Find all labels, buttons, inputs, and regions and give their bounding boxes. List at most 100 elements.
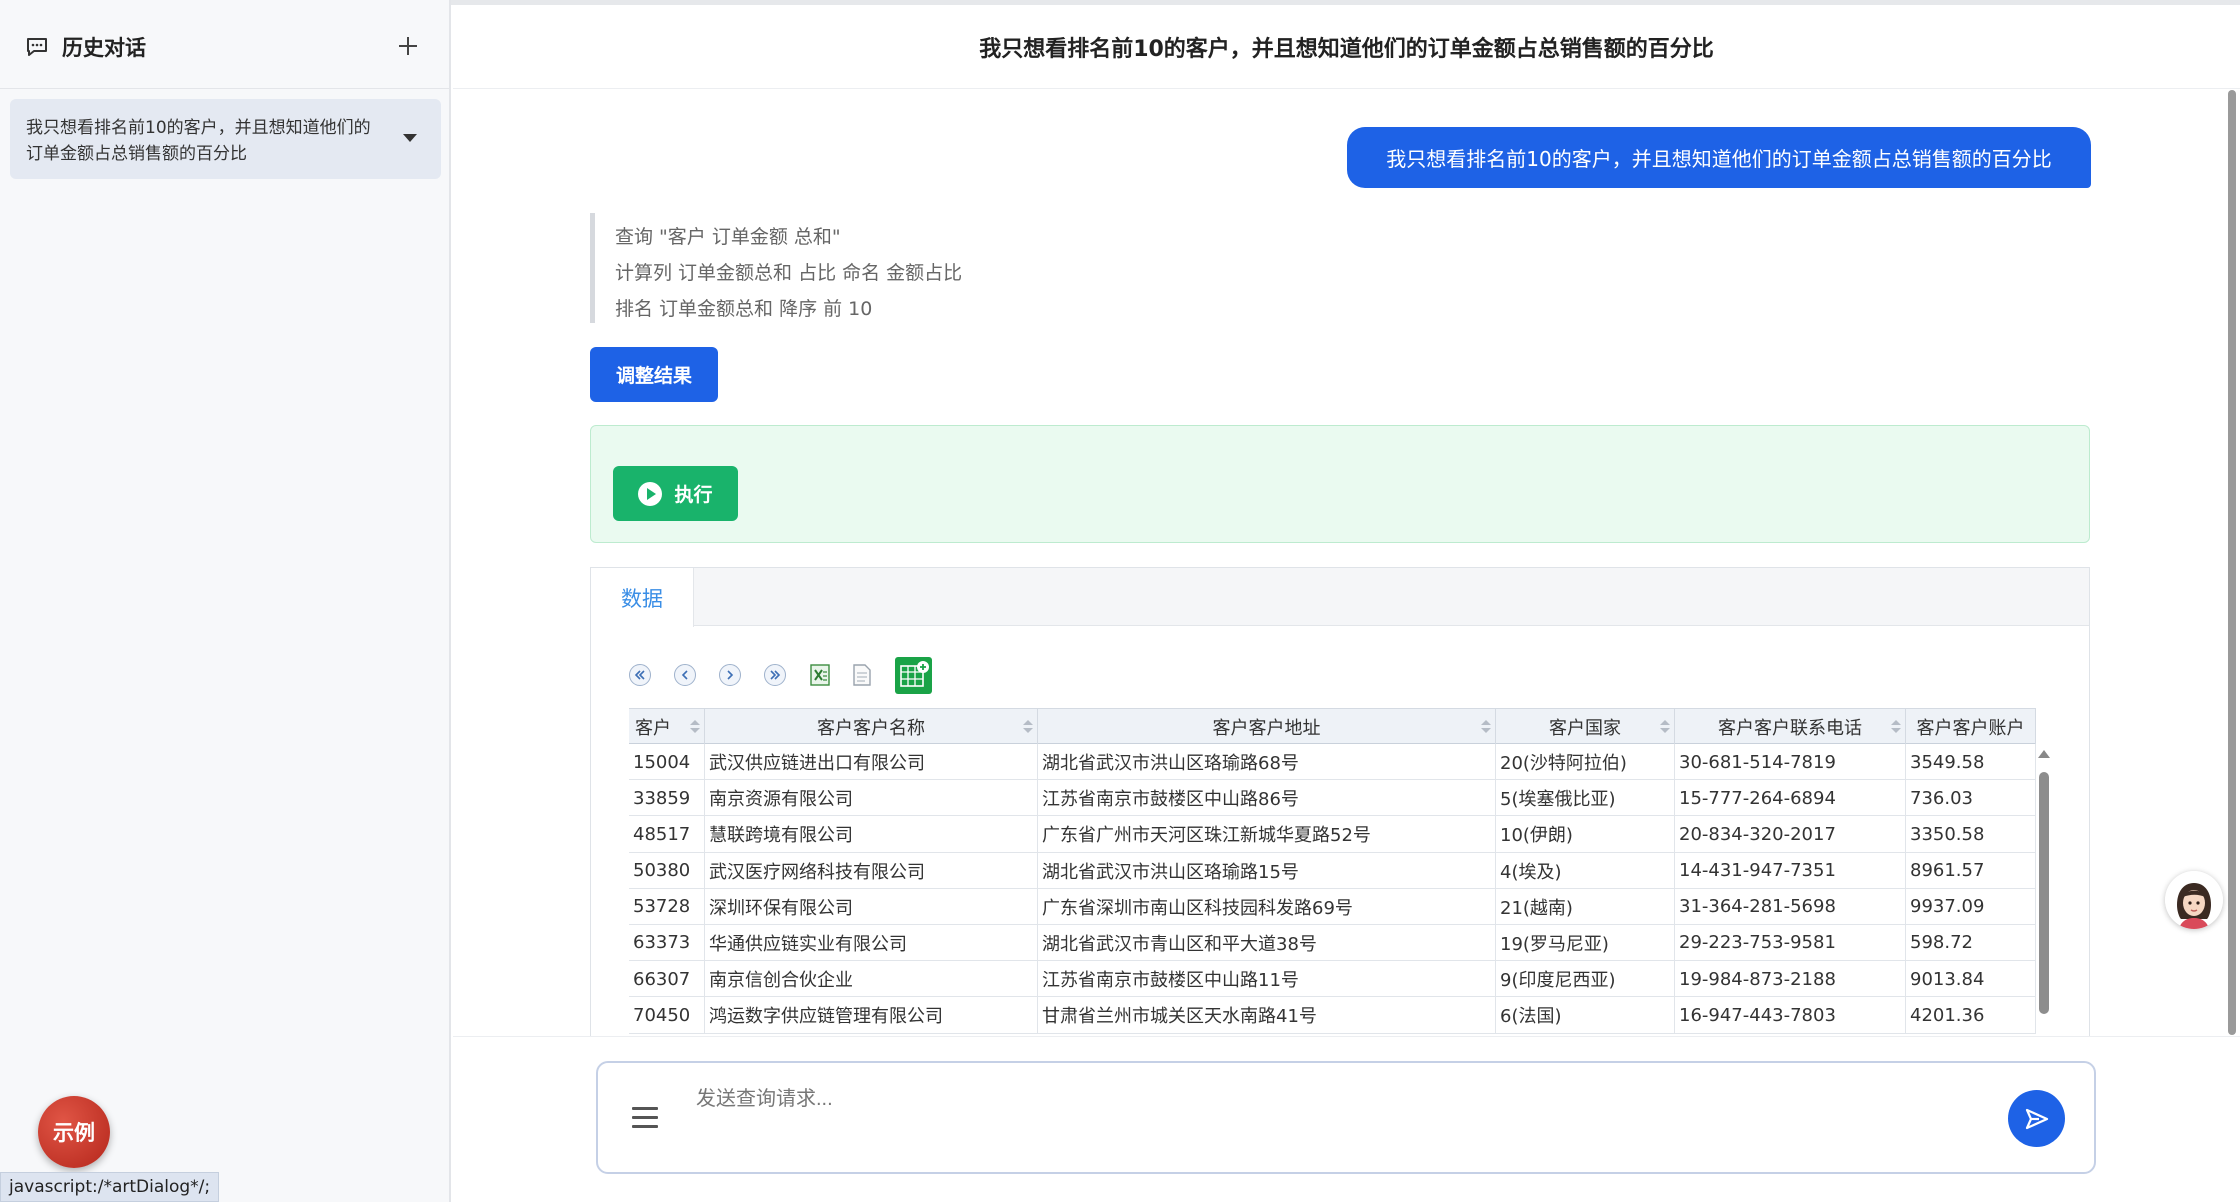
table-cell: 慧联跨境有限公司	[705, 816, 1038, 853]
table-row[interactable]: 33859 南京资源有限公司 江苏省南京市鼓楼区中山路86号 5(埃塞俄比亚) …	[629, 780, 2036, 817]
sort-icon[interactable]	[1660, 720, 1670, 734]
menu-icon[interactable]	[632, 1107, 658, 1129]
tab-bar: 数据	[591, 568, 2089, 627]
tab-data[interactable]: 数据	[591, 568, 694, 627]
table-cell: 16-947-443-7803	[1675, 997, 1906, 1034]
column-header[interactable]: 客户国家	[1496, 709, 1675, 745]
status-bar-url: javascript:/*artDialog*/;	[0, 1172, 220, 1202]
table-cell: 15-777-264-6894	[1675, 780, 1906, 817]
text-export-icon[interactable]	[852, 663, 872, 687]
page-scroll-thumb[interactable]	[2228, 90, 2236, 1035]
last-page-icon[interactable]	[764, 664, 786, 686]
play-icon	[638, 481, 663, 506]
execute-label: 执行	[674, 484, 713, 506]
conversation-header: 我只想看排名前10的客户，并且想知道他们的订单金额占总销售额的百分比	[453, 5, 2240, 89]
grid-scroll-thumb[interactable]	[2039, 772, 2049, 1014]
table-cell: 66307	[629, 961, 705, 998]
adjust-result-button[interactable]: 调整结果	[590, 347, 718, 402]
column-header[interactable]: 客户客户账户	[1906, 709, 2036, 745]
table-cell: 南京信创合伙企业	[705, 961, 1038, 998]
table-cell: 华通供应链实业有限公司	[705, 924, 1038, 961]
table-cell: 30-681-514-7819	[1675, 744, 1906, 780]
user-message-bubble: 我只想看排名前10的客户，并且想知道他们的订单金额占总销售额的百分比	[1347, 127, 2091, 188]
sort-icon[interactable]	[1891, 720, 1901, 734]
table-cell: 736.03	[1906, 780, 2036, 817]
column-header[interactable]: 客户客户联系电话	[1675, 709, 1906, 745]
sidebar-header: 历史对话	[0, 5, 449, 89]
prev-page-icon[interactable]	[674, 664, 696, 686]
table-cell: 5(埃塞俄比亚)	[1496, 780, 1675, 817]
add-table-icon[interactable]	[895, 656, 932, 694]
table-cell: 湖北省武汉市洪山区珞瑜路15号	[1038, 852, 1496, 889]
table-cell: 9(印度尼西亚)	[1496, 961, 1675, 998]
table-row[interactable]: 70450 鸿运数字供应链管理有限公司 甘肃省兰州市城关区天水南路41号 6(法…	[629, 997, 2036, 1034]
next-page-icon[interactable]	[719, 664, 741, 686]
table-row[interactable]: 66307 南京信创合伙企业 江苏省南京市鼓楼区中山路11号 9(印度尼西亚) …	[629, 961, 2036, 998]
table-cell: 武汉供应链进出口有限公司	[705, 744, 1038, 780]
table-cell: 湖北省武汉市青山区和平大道38号	[1038, 924, 1496, 961]
grid-body: 15004 武汉供应链进出口有限公司 湖北省武汉市洪山区珞瑜路68号 20(沙特…	[629, 744, 2036, 1034]
column-header[interactable]: 客户客户地址	[1038, 709, 1496, 745]
execute-button[interactable]: 执行	[613, 466, 738, 521]
query-step: 排名 订单金额总和 降序 前 10	[615, 298, 873, 320]
query-step: 计算列 订单金额总和 占比 命名 金额占比	[615, 262, 963, 284]
table-cell: 598.72	[1906, 924, 2036, 961]
example-button[interactable]: 示例	[38, 1096, 110, 1168]
table-cell: 南京资源有限公司	[705, 780, 1038, 817]
table-cell: 江苏省南京市鼓楼区中山路11号	[1038, 961, 1496, 998]
assistant-avatar[interactable]	[2165, 871, 2223, 929]
table-cell: 4(埃及)	[1496, 852, 1675, 889]
query-input-box	[596, 1061, 2096, 1174]
sidebar-title: 历史对话	[62, 35, 146, 60]
grid-scrollbar[interactable]	[2036, 750, 2052, 1038]
history-item-label: 我只想看排名前10的客户，并且想知道他们的订单金额占总销售额的百分比	[26, 118, 371, 164]
excel-export-icon[interactable]	[809, 663, 830, 687]
table-cell: 鸿运数字供应链管理有限公司	[705, 997, 1038, 1034]
table-cell: 20-834-320-2017	[1675, 816, 1906, 853]
caret-down-icon[interactable]	[403, 134, 417, 142]
table-cell: 50380	[629, 852, 705, 889]
column-header[interactable]: 客户	[629, 709, 705, 745]
table-cell: 20(沙特阿拉伯)	[1496, 744, 1675, 780]
input-area	[453, 1036, 2240, 1202]
table-cell: 江苏省南京市鼓楼区中山路86号	[1038, 780, 1496, 817]
table-cell: 63373	[629, 924, 705, 961]
table-cell: 48517	[629, 816, 705, 853]
table-cell: 14-431-947-7351	[1675, 852, 1906, 889]
grid-toolbar	[629, 656, 932, 694]
table-cell: 19(罗马尼亚)	[1496, 924, 1675, 961]
history-item[interactable]: 我只想看排名前10的客户，并且想知道他们的订单金额占总销售额的百分比	[10, 99, 441, 179]
data-panel: 数据 客户 客户客户名称 客户客户地址 客户国家 客户客户联系电话 客户客户账户…	[590, 567, 2090, 1037]
table-cell: 15004	[629, 744, 705, 780]
execute-panel: 执行	[590, 425, 2090, 543]
new-chat-plus-icon[interactable]	[393, 31, 423, 61]
table-cell: 21(越南)	[1496, 888, 1675, 925]
table-cell: 甘肃省兰州市城关区天水南路41号	[1038, 997, 1496, 1034]
table-cell: 19-984-873-2188	[1675, 961, 1906, 998]
page-scrollbar[interactable]	[2226, 90, 2238, 1035]
table-cell: 70450	[629, 997, 705, 1034]
table-row[interactable]: 48517 慧联跨境有限公司 广东省广州市天河区珠江新城华夏路52号 10(伊朗…	[629, 816, 2036, 853]
sort-icon[interactable]	[1023, 720, 1033, 734]
query-step: 查询 "客户 订单金额 总和"	[615, 226, 841, 248]
column-header[interactable]: 客户客户名称	[705, 709, 1038, 745]
table-cell: 31-364-281-5698	[1675, 888, 1906, 925]
table-cell: 6(法国)	[1496, 997, 1675, 1034]
table-row[interactable]: 15004 武汉供应链进出口有限公司 湖北省武汉市洪山区珞瑜路68号 20(沙特…	[629, 744, 2036, 781]
table-cell: 10(伊朗)	[1496, 816, 1675, 853]
table-row[interactable]: 63373 华通供应链实业有限公司 湖北省武汉市青山区和平大道38号 19(罗马…	[629, 924, 2036, 962]
scroll-up-arrow-icon[interactable]	[2038, 750, 2050, 758]
table-cell: 29-223-753-9581	[1675, 924, 1906, 961]
send-button[interactable]	[2008, 1090, 2065, 1147]
table-cell: 3350.58	[1906, 816, 2036, 853]
sort-icon[interactable]	[1481, 720, 1491, 734]
chat-bubble-icon	[26, 37, 48, 57]
table-row[interactable]: 53728 深圳环保有限公司 广东省深圳市南山区科技园科发路69号 21(越南)…	[629, 888, 2036, 925]
query-input[interactable]	[696, 1081, 1946, 1117]
table-cell: 9937.09	[1906, 888, 2036, 925]
table-cell: 53728	[629, 888, 705, 925]
sort-icon[interactable]	[690, 720, 700, 734]
first-page-icon[interactable]	[629, 664, 651, 686]
grid-header-row: 客户 客户客户名称 客户客户地址 客户国家 客户客户联系电话 客户客户账户	[629, 708, 2036, 745]
table-row[interactable]: 50380 武汉医疗网络科技有限公司 湖北省武汉市洪山区珞瑜路15号 4(埃及)…	[629, 852, 2036, 889]
